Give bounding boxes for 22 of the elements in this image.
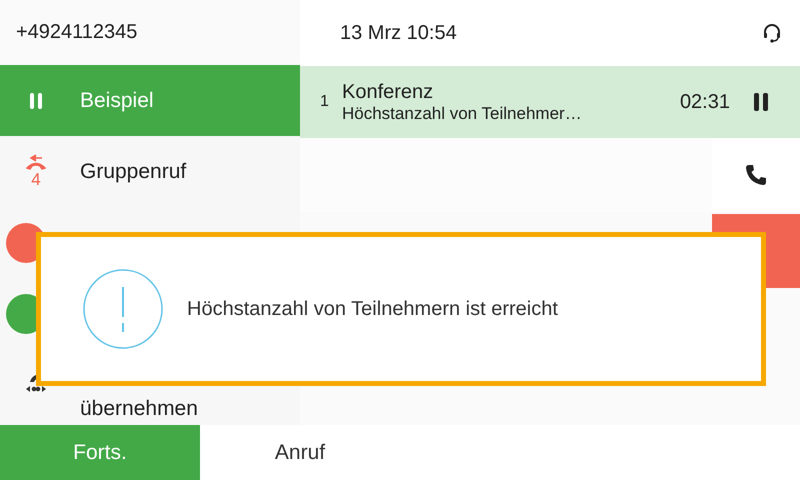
- warning-icon: [83, 269, 163, 349]
- call-title: Konferenz: [342, 80, 434, 104]
- call-subtitle: Höchstanzahl von Teilnehmer…: [342, 104, 583, 124]
- line-label: Gruppenruf: [80, 160, 186, 184]
- line-label: Beispiel: [80, 88, 154, 113]
- active-call[interactable]: 1 Konferenz Höchstanzahl von Teilnehmer… 02:31: [300, 66, 800, 138]
- date-time: 13 Mrz 10:54: [340, 22, 457, 44]
- alert-message: Höchstanzahl von Teilnehmern ist erreicht: [187, 298, 558, 320]
- phone-icon: [745, 164, 767, 186]
- headset-icon: [762, 23, 782, 43]
- call-pickup-icon: [26, 374, 46, 392]
- call-duration: 02:31: [680, 90, 730, 114]
- call-index: 1: [320, 93, 330, 111]
- line-item[interactable]: 4 Gruppenruf: [0, 136, 300, 208]
- call-count: 4: [31, 170, 41, 190]
- pause-icon: [754, 93, 768, 111]
- answer-button[interactable]: [712, 138, 800, 212]
- pause-icon: [29, 92, 43, 109]
- line-label: übernehmen: [80, 397, 198, 421]
- line-number: +4924112345: [16, 21, 138, 44]
- line-item[interactable]: übernehmen: [0, 350, 300, 425]
- missed-call-icon: [25, 154, 47, 170]
